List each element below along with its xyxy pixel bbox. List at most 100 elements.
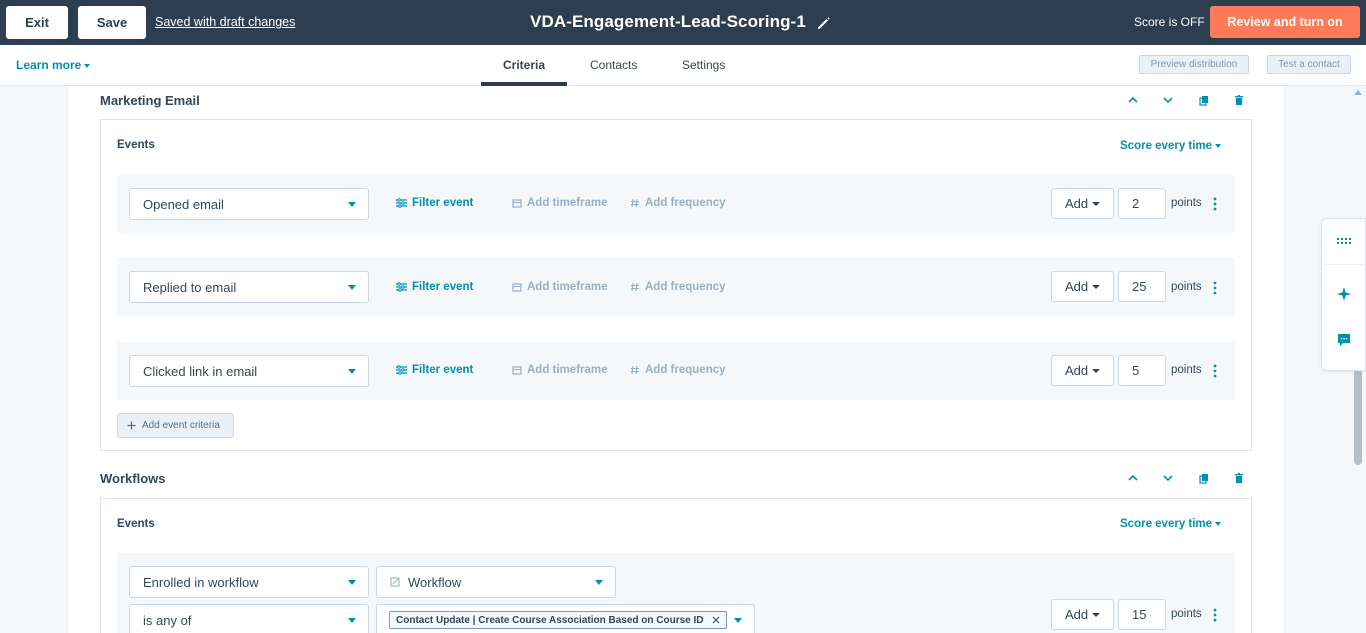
points-input[interactable]: 15 (1118, 599, 1166, 630)
kebab-icon[interactable] (1212, 197, 1218, 211)
filter-icon (396, 282, 407, 292)
dropdown-arrow-icon (1092, 285, 1100, 289)
event-select[interactable]: Enrolled in workflow (129, 566, 369, 598)
trash-icon[interactable] (1232, 471, 1246, 485)
dropdown-arrow-icon (1092, 613, 1100, 617)
caret-down-icon (1215, 521, 1222, 526)
trash-icon[interactable] (1232, 93, 1246, 107)
filter-event-link[interactable]: Filter event (396, 197, 473, 209)
dropdown-arrow-icon (348, 202, 356, 207)
tab-criteria[interactable]: Criteria (503, 58, 545, 72)
score-every-time-dropdown[interactable]: Score every time (1120, 518, 1222, 530)
calendar-icon (512, 366, 522, 375)
score-operation-select[interactable]: Add (1051, 599, 1114, 630)
events-label: Events (117, 518, 155, 530)
caret-down-icon (1215, 143, 1222, 148)
tab-contacts[interactable]: Contacts (590, 58, 637, 72)
workflow-property-select[interactable]: Workflow (376, 566, 616, 598)
close-icon[interactable] (712, 616, 720, 624)
page-title: VDA-Engagement-Lead-Scoring-1 (530, 12, 806, 31)
hash-icon (631, 282, 639, 292)
scroll-up-arrow-icon[interactable] (1354, 90, 1362, 95)
score-operation-value: Add (1065, 363, 1089, 378)
points-label: points (1171, 364, 1202, 376)
sparkle-icon[interactable] (1336, 286, 1352, 302)
review-and-turn-on-button[interactable]: Review and turn on (1210, 6, 1360, 38)
points-input[interactable]: 2 (1118, 188, 1166, 219)
workflow-property-value: Workflow (408, 574, 462, 590)
score-every-time-label: Score every time (1120, 518, 1213, 530)
events-label: Events (117, 139, 155, 151)
copy-icon[interactable] (1197, 93, 1211, 107)
filter-event-link[interactable]: Filter event (396, 281, 473, 293)
add-timeframe-label: Add timeframe (527, 197, 608, 209)
add-frequency-link[interactable]: Add frequency (630, 197, 726, 209)
event-select-value: Enrolled in workflow (143, 574, 259, 590)
points-input[interactable]: 25 (1118, 271, 1166, 302)
add-timeframe-link[interactable]: Add timeframe (512, 281, 608, 293)
preview-distribution-button[interactable]: Preview distribution (1139, 55, 1249, 74)
score-operation-select[interactable]: Add (1051, 188, 1114, 219)
dropdown-arrow-icon (1092, 369, 1100, 373)
operator-select[interactable]: is any of (129, 604, 369, 633)
points-label: points (1171, 281, 1202, 293)
test-contact-button[interactable]: Test a contact (1267, 55, 1351, 74)
tab-settings[interactable]: Settings (682, 58, 725, 72)
filter-event-link[interactable]: Filter event (396, 364, 473, 376)
points-value: 15 (1132, 607, 1147, 622)
score-every-time-dropdown[interactable]: Score every time (1120, 140, 1222, 152)
event-select-value: Clicked link in email (143, 363, 258, 379)
add-timeframe-link[interactable]: Add timeframe (512, 197, 608, 209)
workflow-icon (390, 576, 400, 587)
top-bar: Exit Save Saved with draft changes VDA-E… (0, 0, 1366, 45)
chevron-up-icon[interactable] (1126, 93, 1140, 107)
score-operation-select[interactable]: Add (1051, 355, 1114, 386)
score-status: Score is OFF (1134, 15, 1205, 29)
sub-bar: Learn more Criteria Contacts Settings Pr… (0, 45, 1366, 86)
add-frequency-label: Add frequency (645, 281, 726, 293)
event-select[interactable]: Replied to email (129, 271, 369, 303)
chat-icon[interactable] (1336, 332, 1352, 348)
kebab-icon[interactable] (1212, 608, 1218, 622)
dropdown-arrow-icon (734, 618, 742, 623)
filter-event-label: Filter event (412, 197, 474, 209)
points-value: 5 (1132, 363, 1140, 378)
dropdown-arrow-icon (348, 618, 356, 623)
save-button[interactable]: Save (78, 6, 146, 39)
learn-more-label: Learn more (16, 58, 82, 72)
points-value: 25 (1132, 279, 1147, 294)
copy-icon[interactable] (1197, 471, 1211, 485)
hash-icon (631, 198, 639, 208)
section-title-workflows: Workflows (100, 471, 166, 486)
points-input[interactable]: 5 (1118, 355, 1166, 386)
dropdown-arrow-icon (1092, 202, 1100, 206)
event-select[interactable]: Opened email (129, 188, 369, 220)
points-label: points (1171, 608, 1202, 620)
add-event-criteria-button[interactable]: Add event criteria (117, 413, 234, 438)
chevron-down-icon[interactable] (1161, 93, 1175, 107)
chevron-up-icon[interactable] (1126, 471, 1140, 485)
add-frequency-label: Add frequency (645, 197, 726, 209)
grid-icon[interactable] (1336, 233, 1352, 249)
selected-workflow-tag: Contact Update | Create Course Associati… (389, 611, 727, 629)
draft-status-link[interactable]: Saved with draft changes (155, 15, 295, 29)
selected-workflow-tag-label: Contact Update | Create Course Associati… (396, 614, 704, 626)
chevron-down-icon[interactable] (1161, 471, 1175, 485)
dropdown-arrow-icon (595, 580, 603, 585)
kebab-icon[interactable] (1212, 364, 1218, 378)
add-frequency-link[interactable]: Add frequency (630, 281, 726, 293)
learn-more-dropdown[interactable]: Learn more (16, 58, 91, 72)
score-every-time-label: Score every time (1120, 140, 1213, 152)
score-operation-select[interactable]: Add (1051, 271, 1114, 302)
pencil-icon[interactable] (815, 14, 833, 32)
filter-event-label: Filter event (412, 281, 474, 293)
kebab-icon[interactable] (1212, 281, 1218, 295)
add-frequency-link[interactable]: Add frequency (630, 364, 726, 376)
exit-button[interactable]: Exit (6, 6, 68, 39)
event-select[interactable]: Clicked link in email (129, 355, 369, 387)
add-timeframe-label: Add timeframe (527, 281, 608, 293)
side-panel-divider (1322, 264, 1366, 265)
add-timeframe-link[interactable]: Add timeframe (512, 364, 608, 376)
filter-icon (396, 365, 407, 375)
scrollbar-thumb[interactable] (1354, 369, 1362, 465)
